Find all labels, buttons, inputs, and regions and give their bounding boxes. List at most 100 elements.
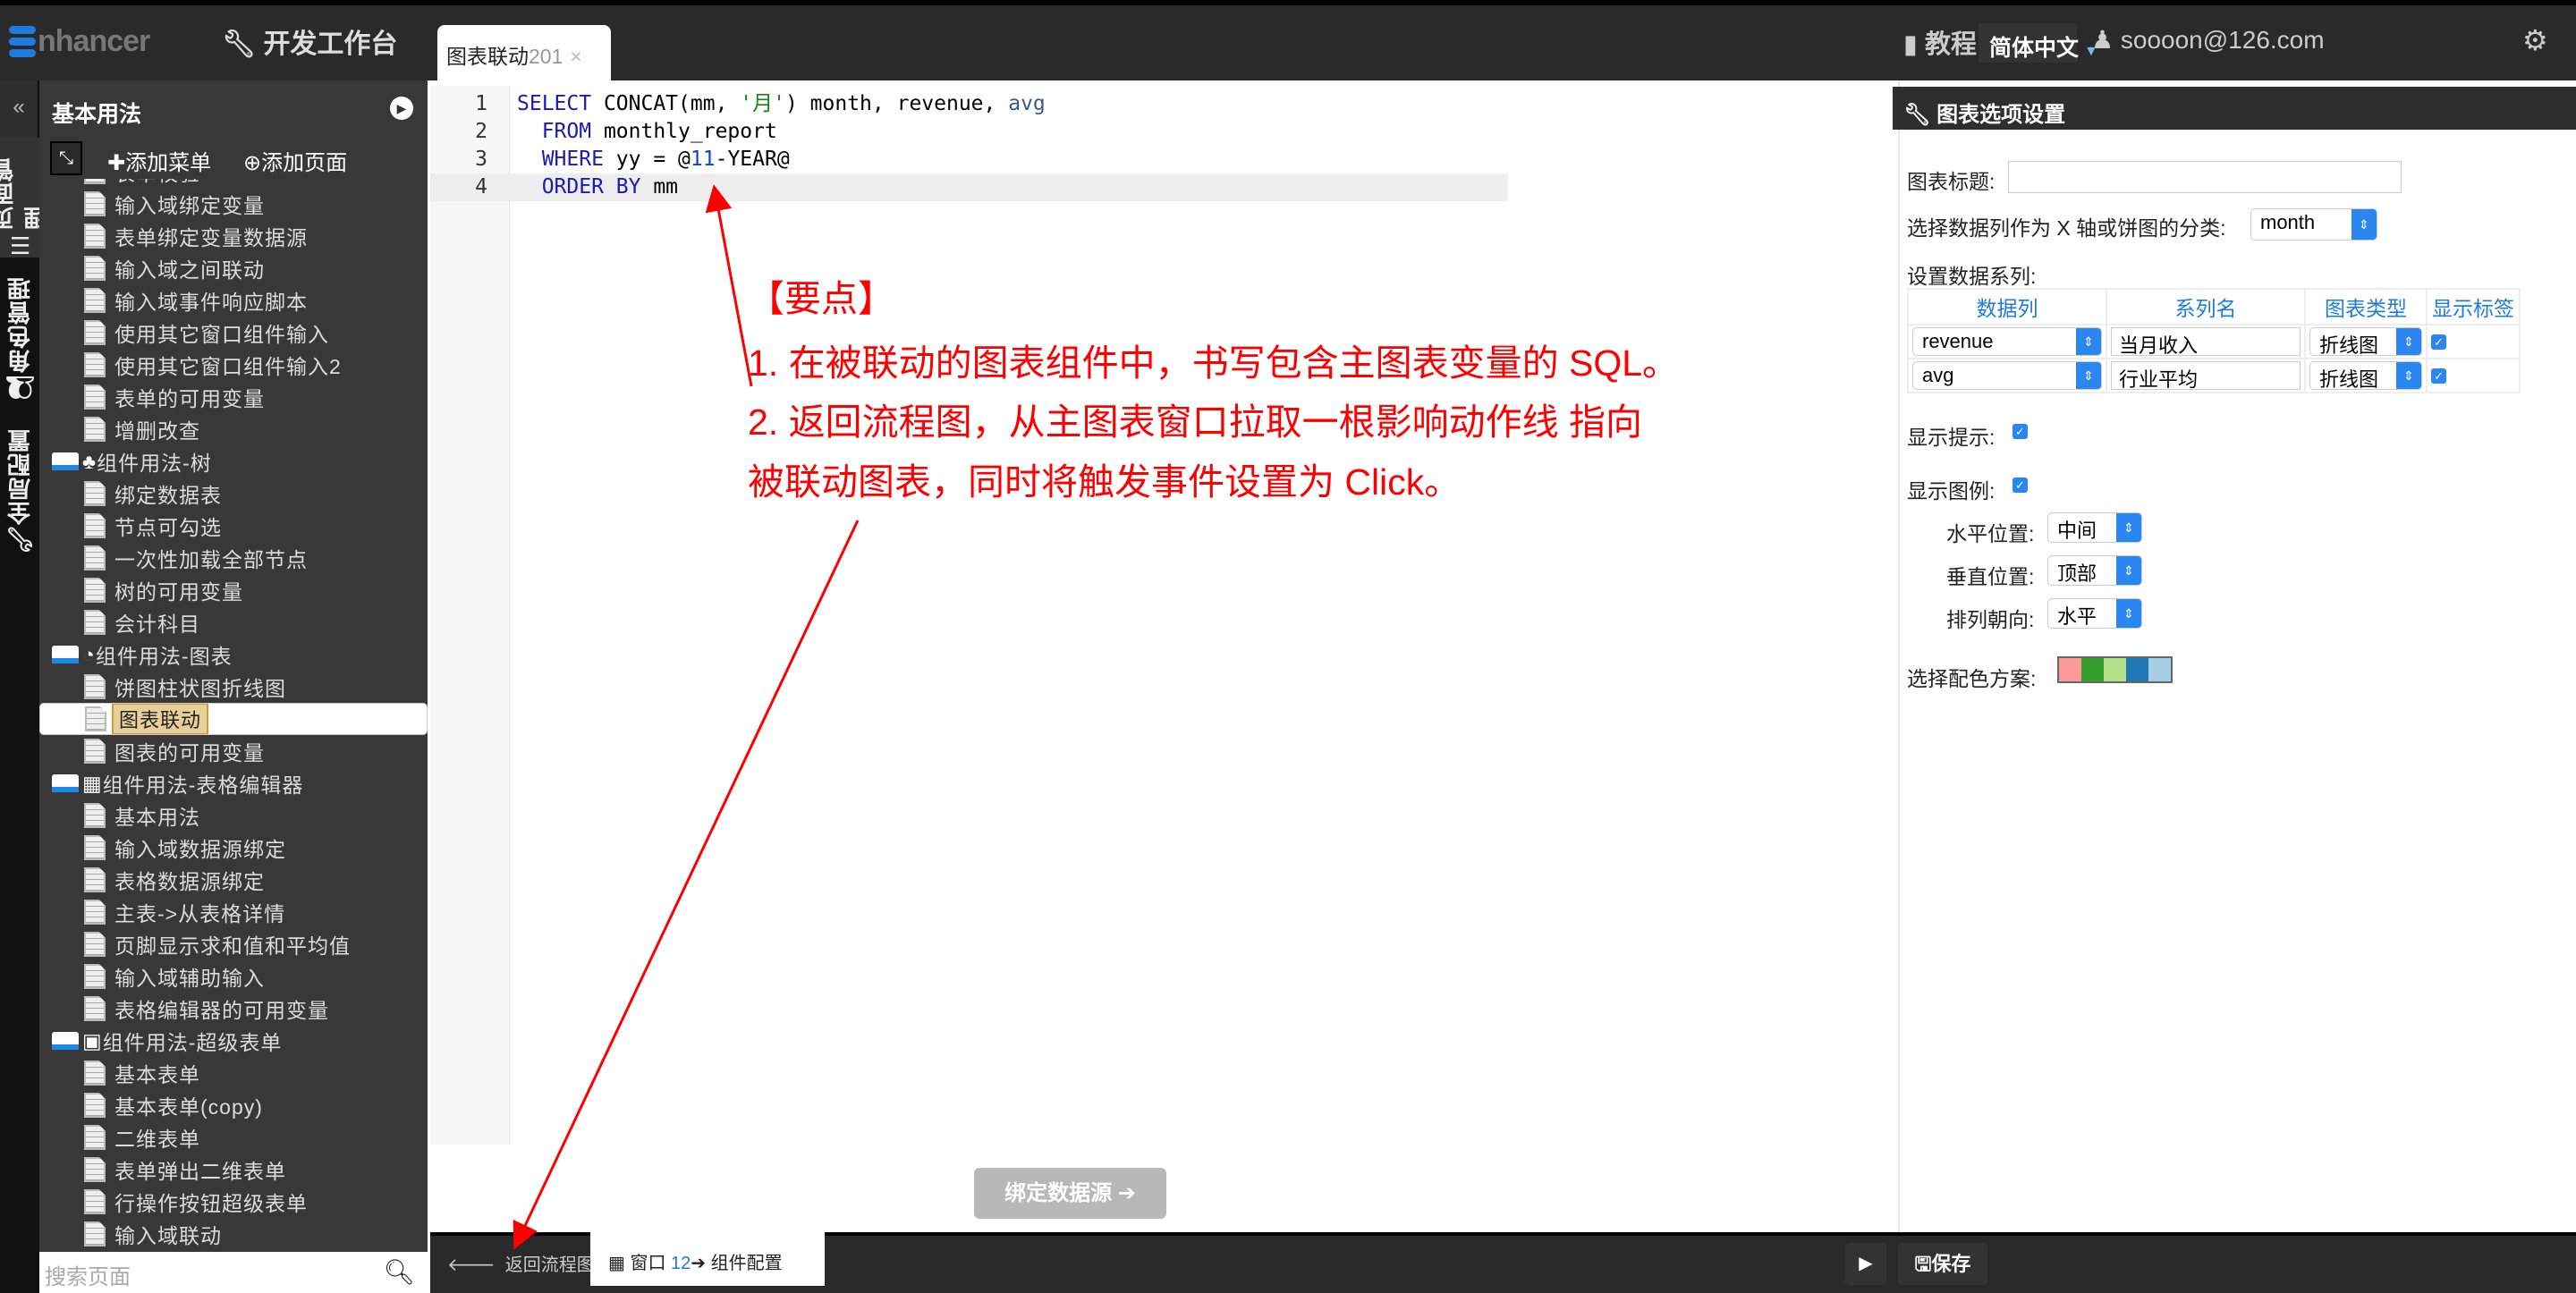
sql-editor[interactable] [430, 80, 1898, 1232]
folder-icon [52, 774, 79, 792]
chart-type-select[interactable]: 折线图 ⇕ [2309, 361, 2422, 390]
column-select[interactable]: avg ⇕ [1912, 361, 2102, 390]
tree-item[interactable]: 图表的可用变量 [39, 735, 428, 767]
tree-item[interactable]: 表单弹出二维表单 [39, 1154, 428, 1186]
tree-folder[interactable]: ▦ 组件用法-表格编辑器 [39, 767, 428, 799]
tree-item[interactable]: 使用其它窗口组件输入2 [39, 349, 428, 381]
tree-folder[interactable]: ▣ 组件用法-超级表单 [39, 1025, 428, 1057]
tree-item[interactable]: 输入域之间联动 [39, 252, 428, 284]
tree-item[interactable]: 表单绑定变量数据源 [39, 220, 428, 252]
show-tooltip-checkbox[interactable]: ✓ [2012, 424, 2028, 439]
tree-item-label: 主表->从表格详情 [114, 902, 286, 925]
tree-folder[interactable]: ♣ 组件用法-树 [39, 445, 428, 477]
dev-console-link[interactable]: 🔧︎ 开发工作台 [222, 21, 397, 61]
run-button[interactable]: ▶ [1845, 1243, 1886, 1285]
back-to-flow-button[interactable]: 🡐 返回流程图 [447, 1250, 595, 1276]
document-icon [84, 320, 106, 345]
tree-item[interactable]: 增删改查 [39, 413, 428, 445]
tree-item[interactable]: 使用其它窗口组件输入 [39, 317, 428, 349]
tree-item[interactable]: 基本用法 [39, 799, 428, 832]
xaxis-select[interactable]: month ⇕ [2250, 208, 2377, 241]
tab-page-management[interactable]: ☰ 页面管理 [0, 138, 50, 258]
tree-item[interactable]: 表单校验 [39, 179, 428, 188]
h-pos-select[interactable]: 中间 ⇕ [2047, 512, 2142, 543]
tree-item[interactable]: 绑定数据表 [39, 477, 428, 510]
search-input[interactable]: 搜索页面 🔍︎ [39, 1252, 428, 1293]
tree-item[interactable]: 树的可用变量 [39, 574, 428, 606]
column-select[interactable]: revenue ⇕ [1912, 327, 2102, 356]
line-number: 1 [475, 92, 487, 115]
tree-item[interactable]: 基本表单 [39, 1057, 428, 1089]
tab-chart-linkage[interactable]: 图表联动201 × [437, 25, 611, 80]
tree-item[interactable]: 基本表单(copy) [39, 1089, 428, 1121]
tree-item-label: 基本表单 [114, 1063, 200, 1086]
settings-gear-icon[interactable]: ⚙ [2522, 23, 2548, 57]
tree-item[interactable]: 主表->从表格详情 [39, 896, 428, 928]
annotation-title: 【要点】 [748, 278, 894, 319]
code-line[interactable]: 1 SELECT CONCAT(mm, '月') month, revenue, … [430, 90, 1508, 118]
document-icon [84, 964, 106, 989]
tree-item[interactable]: 图表联动 [39, 703, 428, 735]
tree-folder[interactable]: ◔ 组件用法-图表 [39, 638, 428, 671]
tree-item[interactable]: 节点可勾选 [39, 510, 428, 542]
arrow-right-icon: ➔ [691, 1254, 707, 1273]
show-legend-checkbox[interactable]: ✓ [2012, 477, 2028, 493]
collapse-sidebar-button[interactable]: « [0, 80, 39, 138]
book-icon: ▮ [1903, 30, 1918, 59]
language-value: 简体中文 [1989, 36, 2080, 61]
tree-item[interactable]: 表格数据源绑定 [39, 864, 428, 896]
tree-item[interactable]: 表格编辑器的可用变量 [39, 993, 428, 1025]
tutorial-link[interactable]: ▮ 教程 [1903, 23, 1977, 61]
tree-item[interactable]: 二维表单 [39, 1121, 428, 1154]
show-label-checkbox[interactable]: ✓ [2431, 334, 2446, 350]
v-pos-select[interactable]: 顶部 ⇕ [2047, 555, 2142, 586]
play-icon[interactable]: ▶ [390, 97, 413, 120]
palette-swatch [2104, 658, 2126, 681]
tab-global-config[interactable]: 🔧︎ 全局配置 [0, 425, 39, 559]
tree-item[interactable]: 输入域联动 [39, 1218, 428, 1250]
tree-item[interactable]: 页脚显示求和值和平均值 [39, 928, 428, 960]
tab-role-management[interactable]: 👥︎ 角色管理 [0, 268, 39, 411]
close-icon[interactable]: × [570, 45, 581, 68]
tree-item[interactable]: 输入域事件响应脚本 [39, 284, 428, 317]
color-palette-picker[interactable] [2057, 656, 2173, 683]
user-email: soooon@126.com [2120, 26, 2325, 54]
show-label-checkbox[interactable]: ✓ [2431, 368, 2446, 384]
chart-title-input[interactable] [2008, 161, 2402, 193]
collapse-all-icon[interactable]: ⤡ [50, 141, 82, 175]
tree-item[interactable]: 一次性加载全部节点 [39, 542, 428, 574]
tree-item[interactable]: 饼图柱状图折线图 [39, 671, 428, 703]
tree-item-label: 基本表单(copy) [114, 1095, 263, 1119]
tree-item[interactable]: 输入域数据源绑定 [39, 832, 428, 864]
code-line[interactable]: 3 WHERE yy = @11-YEAR@ [430, 146, 1508, 173]
panel-title: 图表选项设置 [1936, 103, 2066, 127]
code-line[interactable]: 2 FROM monthly_report [430, 118, 1508, 146]
orient-select[interactable]: 水平 ⇕ [2047, 598, 2142, 629]
save-icon: 🖫︎ [1914, 1253, 1932, 1275]
tree-item[interactable]: 会计科目 [39, 606, 428, 638]
chart-type-select[interactable]: 折线图 ⇕ [2309, 327, 2422, 356]
tree-item[interactable]: 输入域辅助输入 [39, 960, 428, 993]
add-page-button[interactable]: ⊕添加页面 [243, 145, 347, 176]
code-line[interactable]: 4 ORDER BY mm [430, 173, 1508, 201]
bind-datasource-button[interactable]: 绑定数据源 ➔ [974, 1168, 1166, 1219]
logo[interactable]: nhancer [9, 23, 150, 59]
tree-item[interactable]: 输入域绑定变量 [39, 188, 428, 220]
document-icon [84, 288, 106, 313]
series-name-input[interactable]: 行业平均 [2111, 361, 2301, 391]
breadcrumb[interactable]: ▦ 窗口 12➔ 组件配置 [590, 1232, 825, 1286]
select-value: 折线图 [2319, 334, 2379, 356]
search-icon[interactable]: 🔍︎ [383, 1257, 415, 1287]
tree-item-label: 表单校验 [114, 179, 200, 187]
tree-item[interactable]: 表单的可用变量 [39, 381, 428, 413]
page-tree[interactable]: 表单校验输入域绑定变量表单绑定变量数据源输入域之间联动输入域事件响应脚本使用其它… [39, 179, 428, 1252]
v-pos-label: 垂直位置: [1946, 565, 2035, 588]
language-dropdown[interactable]: 简体中文 ▼ [1979, 23, 2098, 63]
tab-label: 图表联动 [446, 45, 529, 68]
add-menu-button[interactable]: ✚添加菜单 [107, 145, 211, 176]
save-button[interactable]: 🖫︎保存 [1898, 1243, 1987, 1285]
user-menu[interactable]: ♟ soooon@126.com [2091, 25, 2325, 55]
tree-item[interactable]: 行操作按钮超级表单 [39, 1186, 428, 1218]
series-name-input[interactable]: 当月收入 [2111, 327, 2301, 357]
select-value: avg [1922, 364, 1954, 386]
